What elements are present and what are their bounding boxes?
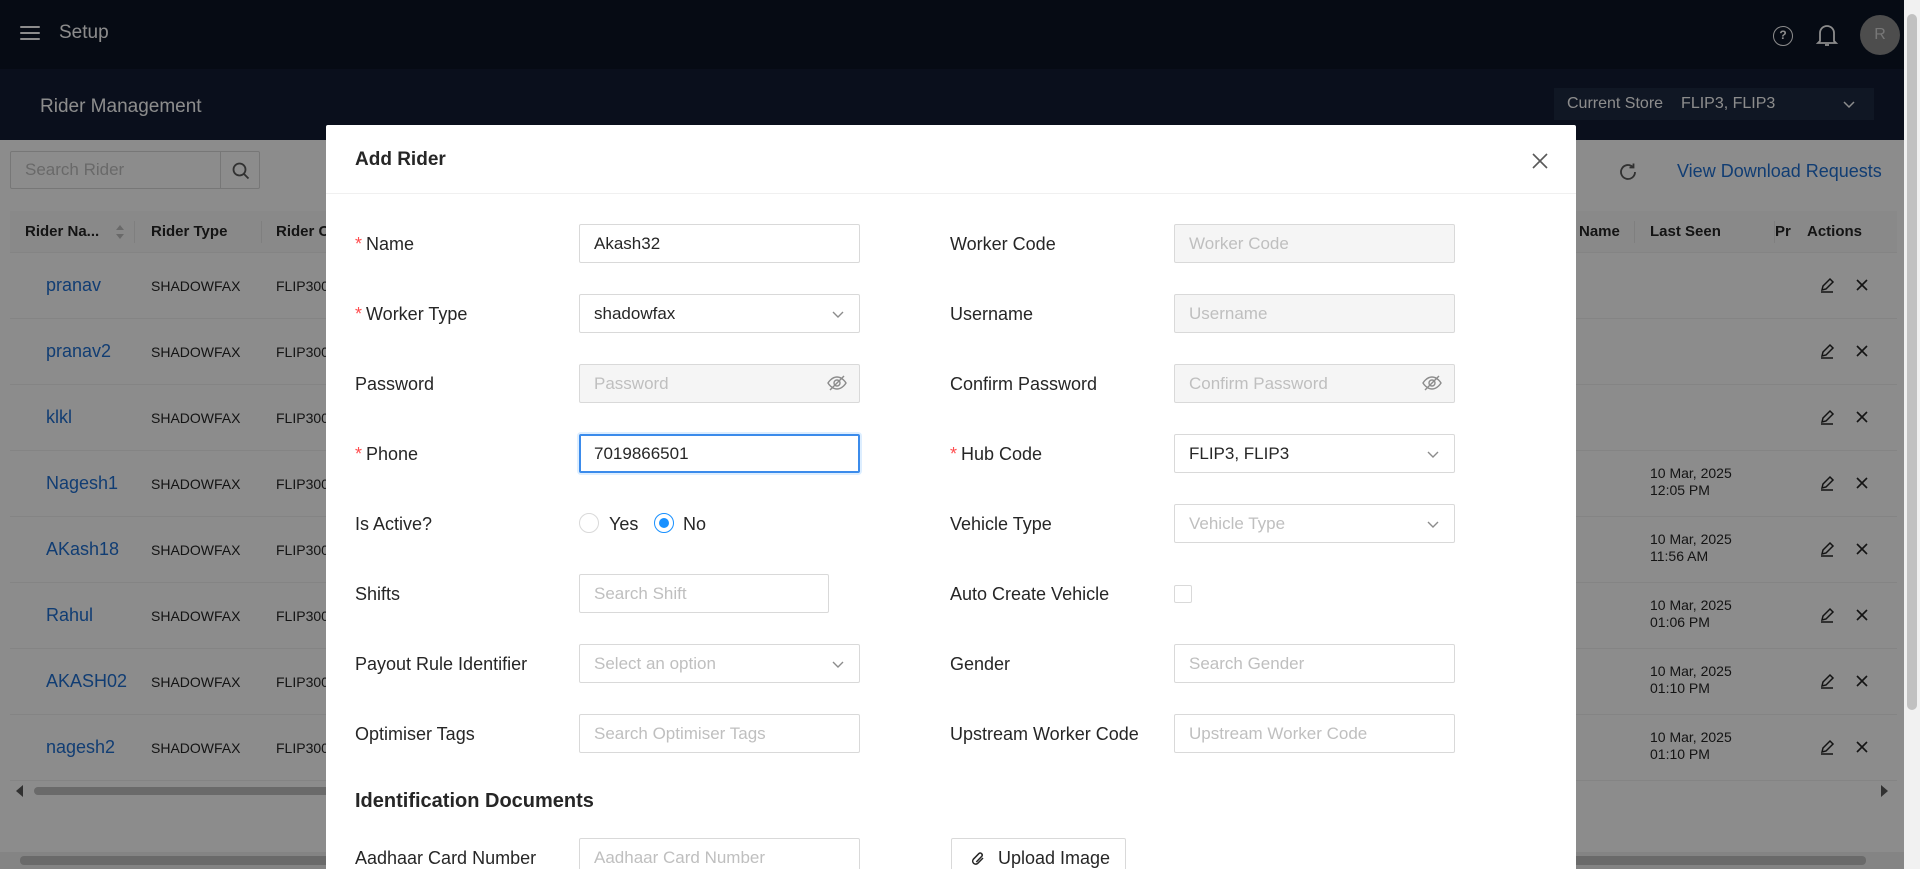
eye-invisible-icon[interactable]	[827, 374, 847, 392]
chevron-down-icon	[1427, 451, 1439, 458]
required-mark: *	[355, 304, 363, 324]
worker-type-label: * Worker Type	[355, 304, 467, 325]
is-active-no-radio[interactable]	[654, 513, 674, 533]
payout-rule-label: Payout Rule Identifier	[355, 654, 528, 674]
hub-code-label: * Hub Code	[950, 444, 1042, 465]
worker-type-select[interactable]: shadowfax	[579, 294, 860, 333]
vehicle-type-label: Vehicle Type	[950, 514, 1052, 534]
name-label: * Name	[355, 234, 414, 255]
is-active-yes-label[interactable]: Yes	[609, 514, 638, 535]
eye-invisible-icon[interactable]	[1422, 374, 1442, 392]
chevron-down-icon	[1427, 521, 1439, 528]
is-active-yes-radio[interactable]	[579, 513, 599, 533]
phone-label-text: Phone	[366, 444, 419, 464]
worker-code-label: Worker Code	[950, 234, 1056, 254]
aadhaar-label: Aadhaar Card Number	[355, 848, 537, 868]
hub-code-select[interactable]: FLIP3, FLIP3	[1174, 434, 1455, 473]
username-input[interactable]: Username	[1174, 294, 1455, 333]
name-label-text: Name	[366, 234, 415, 254]
upload-image-label: Upload Image	[998, 848, 1111, 868]
name-input[interactable]: Akash32	[579, 224, 860, 263]
chevron-down-icon	[832, 661, 844, 668]
required-mark: *	[355, 444, 363, 464]
confirm-password-placeholder: Confirm Password	[1189, 374, 1328, 393]
worker-type-label-text: Worker Type	[366, 304, 468, 324]
password-input[interactable]: Password	[579, 364, 860, 403]
shifts-search-input[interactable]: Search Shift	[579, 574, 829, 613]
confirm-password-label: Confirm Password	[950, 374, 1098, 394]
paperclip-icon	[971, 852, 984, 865]
required-mark: *	[355, 234, 363, 254]
password-placeholder: Password	[594, 374, 669, 393]
is-active-no-label[interactable]: No	[683, 514, 706, 535]
worker-code-input[interactable]: Worker Code	[1174, 224, 1455, 263]
modal-header: Add Rider	[326, 125, 1576, 194]
auto-create-vehicle-label: Auto Create Vehicle	[950, 584, 1110, 604]
optimiser-tags-input[interactable]: Search Optimiser Tags	[579, 714, 860, 753]
phone-input[interactable]: 7019866501	[579, 434, 860, 473]
hub-code-label-text: Hub Code	[961, 444, 1043, 464]
payout-rule-select[interactable]: Select an option	[579, 644, 860, 683]
payout-rule-placeholder: Select an option	[594, 654, 716, 673]
shifts-label: Shifts	[355, 584, 401, 604]
vehicle-type-placeholder: Vehicle Type	[1189, 514, 1286, 533]
page-vertical-scrollbar[interactable]	[1904, 0, 1920, 869]
gender-search-input[interactable]: Search Gender	[1174, 644, 1455, 683]
auto-create-vehicle-checkbox[interactable]	[1174, 585, 1192, 603]
modal-title: Add Rider	[355, 149, 446, 170]
aadhaar-input[interactable]: Aadhaar Card Number	[579, 838, 860, 869]
username-label: Username	[950, 304, 1034, 324]
upstream-worker-code-input[interactable]: Upstream Worker Code	[1174, 714, 1455, 753]
gender-label: Gender	[950, 654, 1011, 674]
upload-image-button[interactable]: Upload Image	[951, 838, 1126, 869]
worker-type-value: shadowfax	[594, 304, 676, 323]
phone-label: * Phone	[355, 444, 418, 465]
identification-documents-heading: Identification Documents	[355, 790, 594, 812]
vehicle-type-select[interactable]: Vehicle Type	[1174, 504, 1455, 543]
password-label: Password	[355, 374, 435, 394]
optimiser-tags-label: Optimiser Tags	[355, 724, 475, 744]
is-active-label: Is Active?	[355, 514, 433, 534]
chevron-down-icon	[832, 311, 844, 318]
scrollbar-thumb[interactable]	[1907, 14, 1917, 710]
required-mark: *	[950, 444, 958, 464]
hub-code-value: FLIP3, FLIP3	[1189, 444, 1290, 463]
confirm-password-input[interactable]: Confirm Password	[1174, 364, 1455, 403]
close-icon[interactable]	[1531, 152, 1549, 170]
upstream-worker-code-label: Upstream Worker Code	[950, 724, 1139, 744]
